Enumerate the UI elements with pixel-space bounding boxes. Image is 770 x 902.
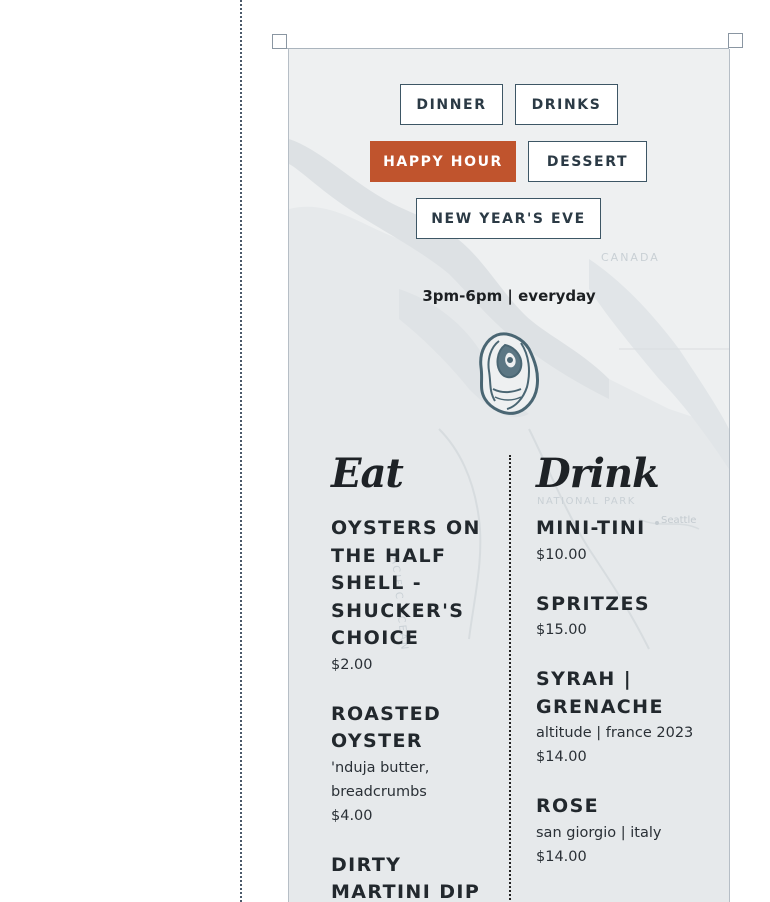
eat-heading: Eat	[331, 450, 404, 497]
oyster-logo-icon	[479, 332, 539, 415]
menu-item-price: $14.00	[536, 848, 587, 865]
happy-hour-times: 3pm-6pm | everyday	[422, 287, 596, 305]
drink-column: Drink MINI-TINI $10.00 SPRITZES $15.00 S…	[536, 451, 701, 893]
tab-happy-hour[interactable]: HAPPY HOUR	[370, 141, 516, 182]
tab-dinner[interactable]: DINNER	[400, 84, 503, 125]
menu-item-name: ROASTED OYSTER	[331, 702, 442, 753]
menu-item-name: MINI-TINI	[536, 517, 646, 539]
menu-item: ROASTED OYSTER 'nduja butter, breadcrumb…	[331, 701, 496, 828]
menu-item-name: ROSE	[536, 795, 600, 817]
menu-item-name: DIRTY MARTINI DIP	[331, 853, 481, 902]
resize-handle-right[interactable]	[728, 33, 743, 48]
editor-guide-line	[240, 0, 242, 902]
menu-item: ROSE san giorgio | italy $14.00	[536, 793, 701, 869]
menu-tabs: DINNER DRINKS HAPPY HOUR DESSERT NEW YEA…	[289, 49, 729, 249]
tab-new-years-eve[interactable]: NEW YEAR'S EVE	[416, 198, 601, 239]
tab-dessert[interactable]: DESSERT	[528, 141, 647, 182]
menu-item-price: $4.00	[331, 807, 373, 824]
menu-item: MINI-TINI $10.00	[536, 515, 701, 567]
menu-item-description: 'nduja butter, breadcrumbs	[331, 759, 430, 800]
menu-item-price: $2.00	[331, 656, 373, 673]
menu-item-price: $15.00	[536, 622, 587, 638]
menu-item: SPRITZES $15.00	[536, 591, 701, 643]
menu-item: OYSTERS ON THE HALF SHELL - SHUCKER'S CH…	[331, 515, 496, 677]
menu-item-price: $10.00	[536, 546, 587, 563]
menu-item-name: SYRAH | GRENACHE	[536, 668, 664, 718]
map-label-canada: CANADA	[601, 251, 660, 264]
column-divider	[509, 455, 511, 902]
menu-item-description: san giorgio | italy	[536, 824, 662, 841]
menu-item-name: SPRITZES	[536, 592, 650, 615]
menu-panel: CANADA PACIFIC OCEAN NATIONAL PARK Seatt…	[288, 49, 730, 902]
menu-item-price: $14.00	[536, 749, 587, 765]
menu-item: DIRTY MARTINI DIP	[331, 852, 496, 902]
menu-item-description: altitude | france 2023	[536, 725, 694, 741]
menu-item-name: OYSTERS ON THE HALF SHELL - SHUCKER'S CH…	[331, 517, 481, 649]
resize-handle-left[interactable]	[272, 34, 287, 49]
eat-column: Eat OYSTERS ON THE HALF SHELL - SHUCKER'…	[331, 451, 496, 902]
drink-heading: Drink	[536, 450, 660, 497]
tab-drinks[interactable]: DRINKS	[515, 84, 618, 125]
menu-item: SYRAH | GRENACHE altitude | france 2023 …	[536, 666, 701, 769]
